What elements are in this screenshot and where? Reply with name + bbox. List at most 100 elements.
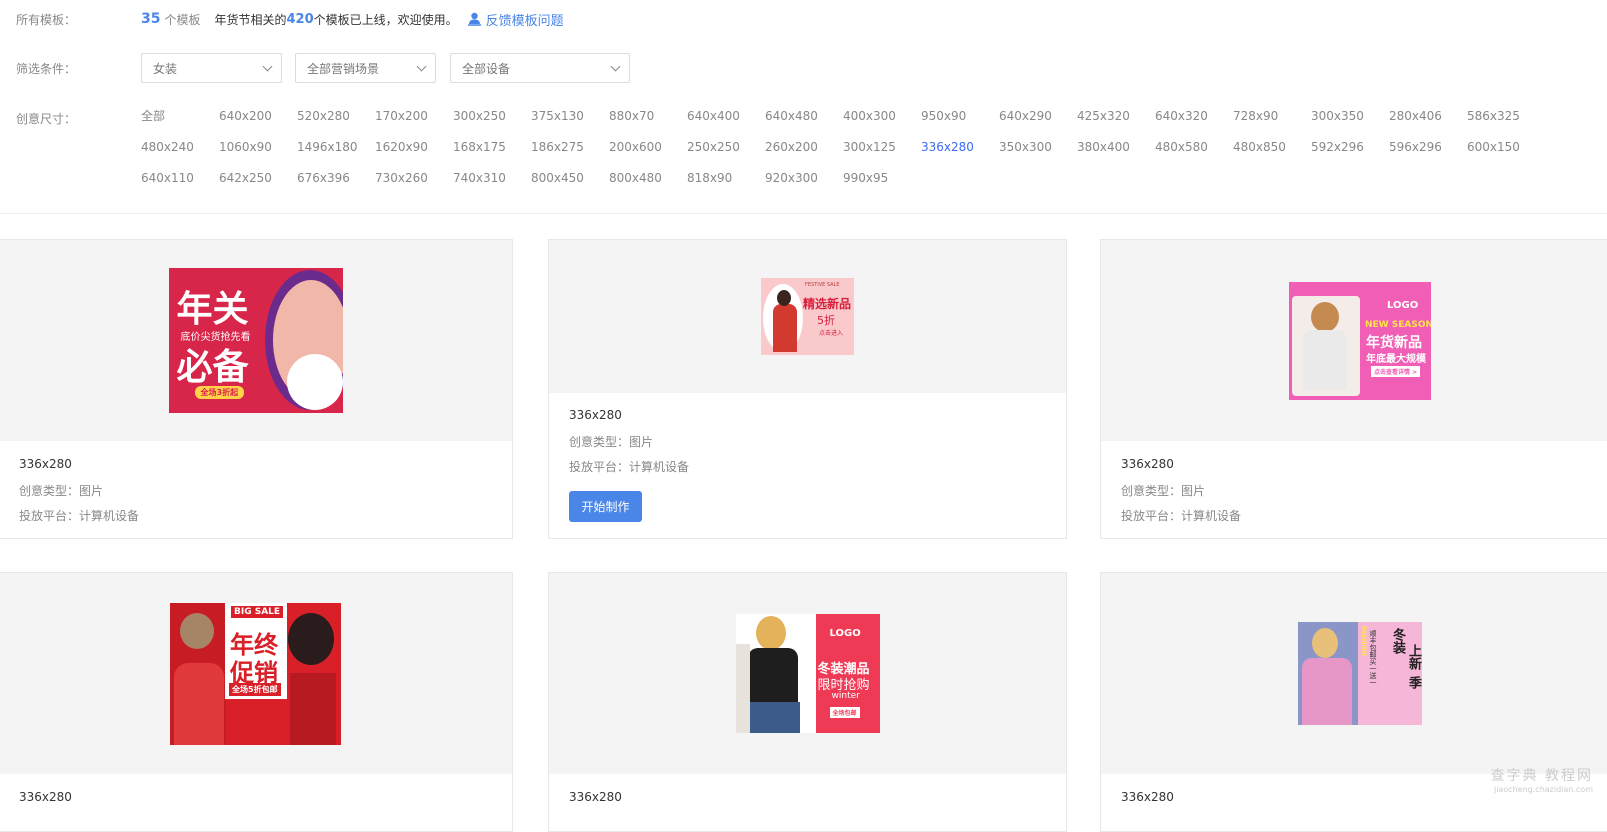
scene-select[interactable]: 全部营销场景	[295, 53, 436, 83]
banner-image: FASHION 顺丰包邮买一送一 冬装 上新 季	[1298, 622, 1422, 725]
size-option[interactable]: 600x150	[1467, 137, 1545, 168]
template-card[interactable]: BIG SALE 年终 促销 全场5折包邮 336x280	[0, 572, 513, 832]
card-size: 336x280	[569, 790, 622, 806]
size-option[interactable]: 640x110	[141, 168, 219, 199]
size-option[interactable]: 480x240	[141, 137, 219, 168]
banner-title-3: 季	[1404, 676, 1422, 689]
chevron-down-icon	[611, 62, 621, 72]
card-preview: BIG SALE 年终 促销 全场5折包邮	[0, 573, 512, 774]
category-select-value: 女装	[153, 60, 177, 77]
size-option[interactable]: 380x400	[1077, 137, 1155, 168]
size-option[interactable]: 480x580	[1155, 137, 1233, 168]
size-option[interactable]: 425x320	[1077, 106, 1155, 137]
size-option[interactable]: 1496x180	[297, 137, 375, 168]
size-option[interactable]: 728x90	[1233, 106, 1311, 137]
card-preview: LOGO 冬装潮品 限时抢购 winter 全场包邮	[549, 573, 1066, 774]
size-option[interactable]: 800x480	[609, 168, 687, 199]
user-feedback-icon	[468, 12, 481, 26]
card-info: 336x280	[569, 790, 622, 815]
size-option[interactable]: 640x480	[765, 106, 843, 137]
size-option[interactable]: 676x396	[297, 168, 375, 199]
template-card[interactable]: 年关 底价尖货抢先看 必备 全场3折起 336x280 创意类型：图片 投放平台…	[0, 239, 513, 539]
size-option[interactable]: 596x296	[1389, 137, 1467, 168]
size-option[interactable]: 950x90	[921, 106, 999, 137]
size-option[interactable]: 170x200	[375, 106, 453, 137]
size-option[interactable]: 186x275	[531, 137, 609, 168]
size-option[interactable]: 740x310	[453, 168, 531, 199]
size-option[interactable]: 168x175	[453, 137, 531, 168]
size-option[interactable]: 350x300	[999, 137, 1077, 168]
size-option[interactable]: 640x400	[687, 106, 765, 137]
banner-image: 年关 底价尖货抢先看 必备 全场3折起	[169, 268, 343, 413]
banner-vertical: FASHION	[1360, 626, 1367, 656]
banner-en: winter	[832, 691, 860, 701]
banner-subtitle: 年底最大规模	[1366, 350, 1426, 365]
size-option[interactable]: 375x130	[531, 106, 609, 137]
watermark-cn: 查字典 教程网	[1491, 768, 1593, 784]
size-option[interactable]: 300x250	[453, 106, 531, 137]
category-select[interactable]: 女装	[141, 53, 282, 83]
all-templates-label: 所有模板：	[16, 11, 76, 28]
size-filter-list: 全部640x200520x280170x200300x250375x130880…	[141, 106, 1601, 199]
size-option[interactable]: 300x350	[1311, 106, 1389, 137]
size-option[interactable]: 990x95	[843, 168, 921, 199]
feedback-link-label: 反馈模板问题	[486, 10, 564, 29]
banner-side-text: 顺丰包邮买一送一	[1368, 630, 1378, 686]
banner-season: NEW SEASON	[1365, 320, 1431, 330]
divider	[0, 213, 1607, 214]
size-option[interactable]: 592x296	[1311, 137, 1389, 168]
size-option[interactable]: 全部	[141, 106, 219, 137]
size-option[interactable]: 336x280	[921, 137, 999, 168]
size-option[interactable]: 260x200	[765, 137, 843, 168]
card-platform: 投放平台：计算机设备	[1121, 507, 1241, 523]
card-info: 336x280 创意类型：图片 投放平台：计算机设备	[569, 408, 689, 483]
size-option[interactable]: 640x200	[219, 106, 297, 137]
size-option[interactable]: 640x320	[1155, 106, 1233, 137]
banner-image: LOGO NEW SEASON 年货新品 年底最大规模 点击查看详情 >	[1289, 282, 1431, 400]
card-platform: 投放平台：计算机设备	[569, 458, 689, 474]
banner-logo: LOGO	[1387, 300, 1418, 311]
device-select-value: 全部设备	[462, 60, 510, 77]
chevron-down-icon	[263, 62, 273, 72]
size-option[interactable]: 280x406	[1389, 106, 1467, 137]
banner-tag: 全场3折起	[195, 386, 245, 399]
size-option[interactable]: 1060x90	[219, 137, 297, 168]
banner-top-text: FESTIVE SALE	[805, 282, 840, 288]
template-unit: 个模板	[164, 11, 200, 28]
size-option[interactable]: 300x125	[843, 137, 921, 168]
size-option[interactable]: 640x290	[999, 106, 1077, 137]
size-option[interactable]: 586x325	[1467, 106, 1545, 137]
size-option[interactable]: 400x300	[843, 106, 921, 137]
banner-title-1: 年关	[177, 280, 249, 332]
size-option[interactable]: 880x70	[609, 106, 687, 137]
size-option[interactable]: 200x600	[609, 137, 687, 168]
size-option[interactable]: 1620x90	[375, 137, 453, 168]
banner-logo: LOGO	[830, 628, 861, 639]
card-preview: 年关 底价尖货抢先看 必备 全场3折起	[0, 240, 512, 441]
size-option[interactable]: 730x260	[375, 168, 453, 199]
template-count: 35	[141, 11, 160, 27]
size-label: 创意尺寸：	[16, 110, 76, 127]
card-type: 创意类型：图片	[19, 482, 139, 498]
template-card[interactable]: FESTIVE SALE 精选新品 5折 点击进入 336x280 创意类型：图…	[548, 239, 1067, 539]
banner-link: 点击进入	[819, 328, 843, 337]
banner-title: 年货新品	[1366, 332, 1422, 352]
template-card[interactable]: LOGO NEW SEASON 年货新品 年底最大规模 点击查看详情 > 336…	[1100, 239, 1607, 539]
card-info: 336x280	[1121, 790, 1174, 815]
banner-title: 精选新品	[803, 295, 851, 312]
size-option[interactable]: 800x450	[531, 168, 609, 199]
device-select[interactable]: 全部设备	[450, 53, 630, 83]
banner-sale: BIG SALE	[231, 606, 283, 618]
feedback-link[interactable]: 反馈模板问题	[468, 10, 564, 29]
template-card[interactable]: LOGO 冬装潮品 限时抢购 winter 全场包邮 336x280	[548, 572, 1067, 832]
card-preview: FESTIVE SALE 精选新品 5折 点击进入	[549, 240, 1066, 393]
size-option[interactable]: 480x850	[1233, 137, 1311, 168]
size-option[interactable]: 250x250	[687, 137, 765, 168]
size-option[interactable]: 520x280	[297, 106, 375, 137]
start-create-button[interactable]: 开始制作	[569, 491, 642, 522]
size-option[interactable]: 818x90	[687, 168, 765, 199]
size-option[interactable]: 920x300	[765, 168, 843, 199]
watermark-en: jiaocheng.chazidian.com	[1491, 785, 1593, 794]
banner-image: BIG SALE 年终 促销 全场5折包邮	[170, 603, 341, 745]
size-option[interactable]: 642x250	[219, 168, 297, 199]
